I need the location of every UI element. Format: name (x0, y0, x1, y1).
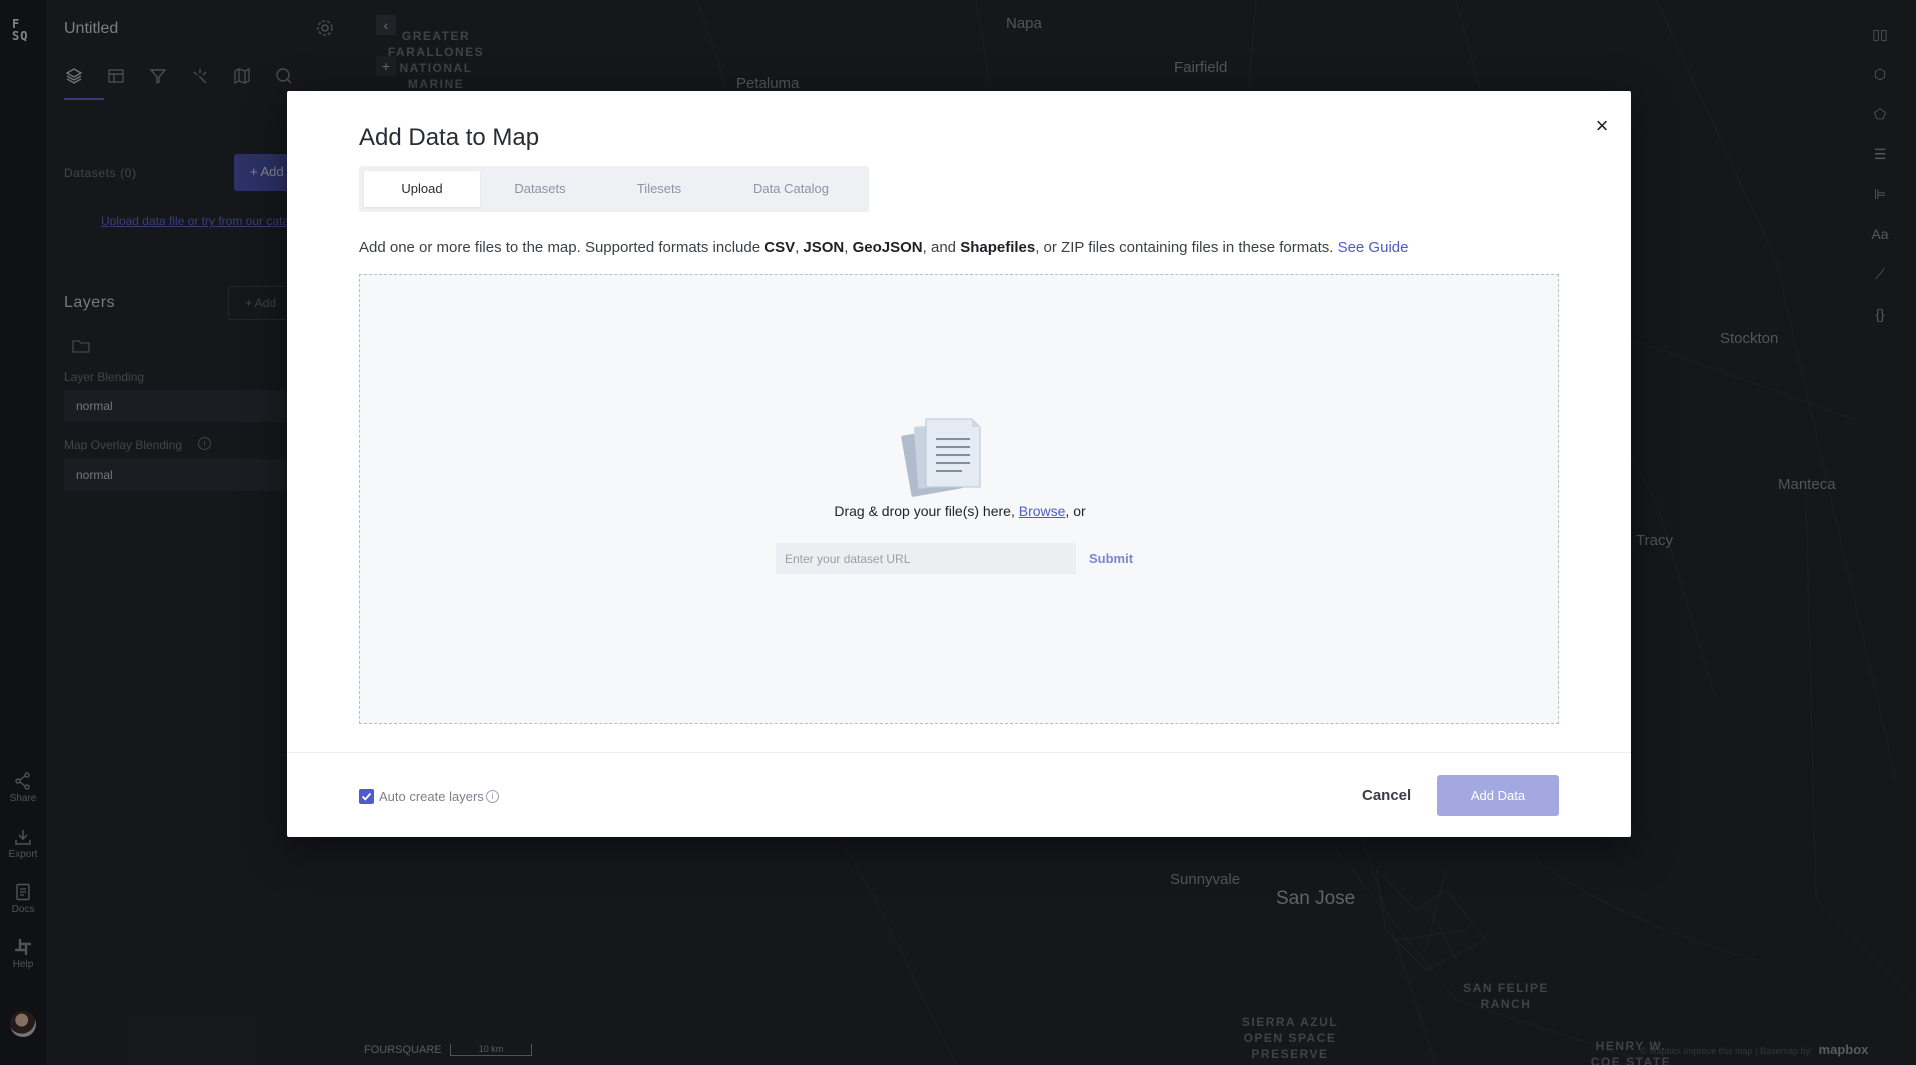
add-data-modal: Add Data to Map × Upload Datasets Tilese… (287, 91, 1631, 837)
see-guide-link[interactable]: See Guide (1338, 239, 1409, 256)
tab-data-catalog[interactable]: Data Catalog (718, 171, 864, 207)
file-dropzone[interactable]: Drag & drop your file(s) here, Browse, o… (359, 274, 1559, 724)
drag-drop-text: Drag & drop your file(s) here, Browse, o… (834, 503, 1086, 519)
modal-footer: Auto create layers i Cancel Add Data (287, 752, 1631, 837)
browse-link[interactable]: Browse (1019, 503, 1066, 519)
add-data-submit-button[interactable]: Add Data (1437, 775, 1559, 816)
supported-formats-text: Add one or more files to the map. Suppor… (359, 239, 1409, 256)
submit-url-button[interactable]: Submit (1089, 551, 1133, 566)
tab-datasets[interactable]: Datasets (480, 171, 600, 207)
close-icon[interactable]: × (1592, 115, 1612, 137)
checkmark-icon (361, 792, 372, 801)
modal-title: Add Data to Map (359, 124, 540, 151)
documents-icon (901, 418, 981, 497)
source-tabs: Upload Datasets Tilesets Data Catalog (359, 166, 869, 212)
tab-tilesets[interactable]: Tilesets (600, 171, 718, 207)
cancel-button[interactable]: Cancel (1362, 787, 1411, 804)
tab-upload[interactable]: Upload (364, 171, 480, 207)
info-icon[interactable]: i (486, 790, 499, 803)
dataset-url-input[interactable] (776, 543, 1076, 574)
auto-create-layers-checkbox[interactable] (359, 789, 374, 804)
auto-create-layers-label[interactable]: Auto create layers (379, 789, 484, 804)
